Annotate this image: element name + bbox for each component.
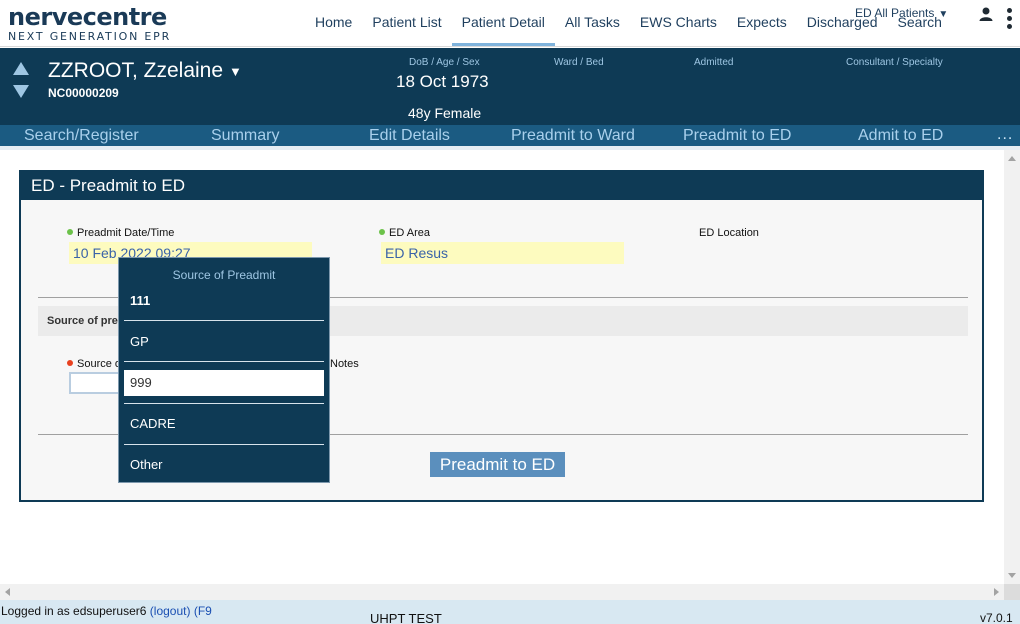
nav-ews-charts[interactable]: EWS Charts (630, 0, 727, 46)
option-cadre[interactable]: CADRE (124, 411, 324, 437)
nervecentre-logo[interactable]: nervecentre NEXT GENERATION EPR (8, 4, 171, 43)
consultant-label: Consultant / Specialty (846, 57, 943, 68)
next-patient-icon[interactable] (13, 85, 29, 98)
previous-patient-icon[interactable] (13, 62, 29, 75)
kebab-menu-icon[interactable] (1004, 8, 1014, 34)
ward-bed-label: Ward / Bed (554, 57, 604, 68)
option-divider (124, 320, 324, 321)
login-info: Logged in as edsuperuser6 (logout) (F9 (1, 604, 212, 618)
tab-preadmit-to-ward[interactable]: Preadmit to Ward (511, 125, 635, 146)
tab-search-register[interactable]: Search/Register (24, 125, 139, 146)
required-indicator-icon (67, 360, 73, 366)
preadmit-to-ed-button[interactable]: Preadmit to ED (430, 452, 565, 477)
chevron-down-icon: ▼ (938, 9, 949, 20)
scroll-right-icon[interactable] (994, 588, 999, 596)
ed-area-field[interactable]: ED Resus (381, 242, 624, 264)
logout-link[interactable]: (logout) (150, 604, 191, 618)
nav-home[interactable]: Home (305, 0, 362, 46)
user-icon[interactable] (978, 6, 994, 22)
status-footer: Logged in as edsuperuser6 (logout) (F9 U… (0, 600, 1020, 624)
option-other[interactable]: Other (124, 452, 324, 478)
nav-all-tasks[interactable]: All Tasks (555, 0, 630, 46)
dropdown-title: Source of Preadmit (172, 268, 276, 282)
action-tabs-divider (0, 146, 1020, 150)
preadmit-datetime-label: Preadmit Date/Time (67, 227, 174, 239)
preadmit-datetime-label-text: Preadmit Date/Time (77, 227, 175, 239)
nav-patient-list[interactable]: Patient List (362, 0, 451, 46)
more-actions-icon[interactable]: ... (997, 125, 1013, 144)
ed-filter-dropdown[interactable]: ED All Patients ▼ (855, 6, 948, 20)
action-tabs: Search/Register Summary Edit Details Pre… (0, 125, 1020, 146)
version-label: v7.0.1 (980, 611, 1013, 624)
tab-summary[interactable]: Summary (211, 125, 279, 146)
source-of-preadmit-dropdown: Source of Preadmit 111 GP 999 CADRE Othe… (118, 257, 330, 483)
ed-filter-label: ED All Patients (855, 6, 935, 20)
admitted-label: Admitted (694, 57, 734, 68)
scroll-left-icon[interactable] (5, 588, 10, 596)
tab-edit-details[interactable]: Edit Details (369, 125, 450, 146)
app-window: nervecentre NEXT GENERATION EPR Home Pat… (0, 0, 1020, 624)
logo-tagline: NEXT GENERATION EPR (8, 30, 172, 43)
patient-name[interactable]: ZZROOT, Zzelaine ▼ (48, 59, 242, 83)
patient-dob: 18 Oct 1973 (396, 72, 489, 91)
scroll-down-icon[interactable] (1008, 573, 1016, 578)
logo-wordmark: nervecentre (8, 3, 167, 31)
tab-admit-to-ed[interactable]: Admit to ED (858, 125, 943, 146)
scroll-up-icon[interactable] (1008, 156, 1016, 161)
login-text: Logged in as edsuperuser6 (1, 604, 147, 618)
ed-area-label-text: ED Area (389, 227, 430, 239)
f9-link[interactable]: (F9 (194, 604, 212, 618)
scrollbar-corner (1004, 584, 1020, 600)
top-header: nervecentre NEXT GENERATION EPR Home Pat… (0, 0, 1020, 47)
notes-label: Notes (330, 358, 359, 370)
valid-indicator-icon (67, 229, 73, 235)
nav-expects[interactable]: Expects (727, 0, 797, 46)
option-gp[interactable]: GP (124, 329, 324, 355)
option-divider (124, 444, 324, 445)
patient-age-sex: 48y Female (408, 105, 482, 121)
ed-area-label: ED Area (379, 227, 430, 239)
ed-location-label: ED Location (699, 227, 759, 239)
chevron-down-icon: ▼ (229, 63, 242, 79)
horizontal-scrollbar[interactable] (0, 584, 1004, 600)
option-divider (124, 403, 324, 404)
environment-label: UHPT TEST (370, 611, 442, 624)
tab-preadmit-to-ed[interactable]: Preadmit to ED (683, 125, 791, 146)
panel-title: ED - Preadmit to ED (21, 172, 982, 200)
patient-name-text: ZZROOT, Zzelaine (48, 59, 224, 82)
option-111[interactable]: 111 (124, 288, 324, 314)
patient-banner: ZZROOT, Zzelaine ▼ NC00000209 DoB / Age /… (0, 48, 1020, 125)
source-label-text: Source o (77, 358, 122, 370)
option-divider (124, 361, 324, 362)
option-999[interactable]: 999 (124, 370, 324, 396)
valid-indicator-icon (379, 229, 385, 235)
patient-id: NC00000209 (48, 86, 119, 100)
dob-age-sex-label: DoB / Age / Sex (409, 57, 480, 68)
vertical-scrollbar[interactable] (1004, 150, 1020, 584)
nav-patient-detail[interactable]: Patient Detail (451, 0, 555, 46)
source-label: Source o (67, 358, 121, 370)
